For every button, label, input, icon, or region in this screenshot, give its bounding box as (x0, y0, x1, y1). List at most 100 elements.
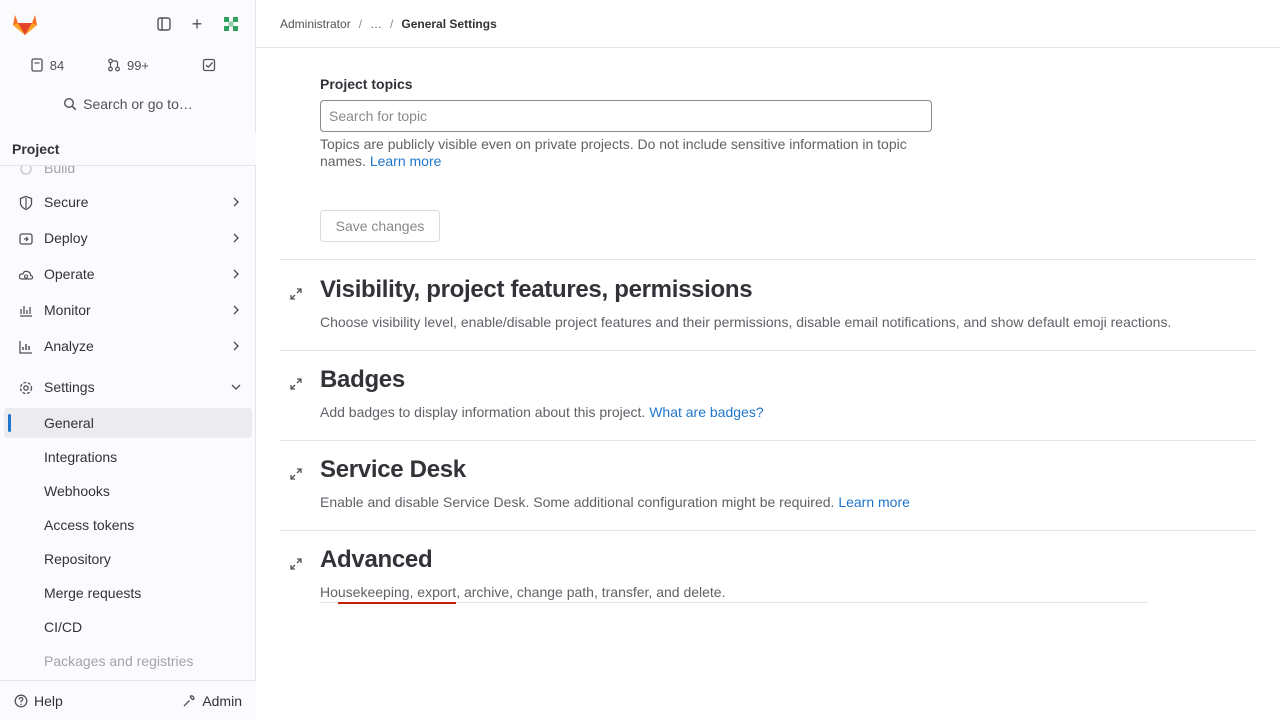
section-divider (280, 530, 1256, 531)
sidebar-item-label: Operate (44, 266, 95, 282)
sidebar-item-label: Webhooks (44, 483, 110, 499)
section-title[interactable]: Advanced (320, 546, 433, 574)
cloud-gear-icon (18, 270, 34, 280)
sidebar-item-deploy[interactable]: Deploy (4, 222, 252, 254)
section-description: Add badges to display information about … (320, 404, 764, 420)
sidebar-item-label: Access tokens (44, 517, 135, 533)
topic-search-input[interactable] (320, 100, 932, 132)
issues-count: 84 (49, 57, 65, 73)
sidebar-item-analyze[interactable]: Analyze (4, 330, 252, 362)
main-content: Project topics Topics are publicly visib… (256, 48, 1280, 720)
sidebar-item-label: Analyze (44, 338, 94, 354)
sidebar-item-operate[interactable]: Operate (4, 258, 252, 290)
admin-wrench-icon (183, 695, 195, 707)
sidebar-header: + 84 99+ Search or go to… (0, 0, 256, 128)
project-topics-label: Project topics (320, 76, 413, 92)
chevron-right-icon (233, 305, 239, 315)
section-service-desk: Service Desk Enable and disable Service … (280, 456, 1256, 516)
sidebar-subitem-integrations[interactable]: Integrations (4, 442, 252, 472)
section-visibility: Visibility, project features, permission… (280, 276, 1256, 336)
breadcrumb-separator: / (390, 16, 394, 31)
sidebar-item-label: Secure (44, 194, 89, 210)
sidebar-item-label: Settings (44, 379, 95, 395)
chevron-down-icon (231, 384, 241, 390)
sidebar-icon (157, 17, 171, 31)
expand-icon (290, 378, 302, 390)
section-description: Housekeeping, export, archive, change pa… (320, 584, 726, 600)
section-divider (280, 440, 1256, 441)
section-description: Enable and disable Service Desk. Some ad… (320, 494, 910, 510)
sidebar-subitem-repository[interactable]: Repository (4, 544, 252, 574)
merge-requests-counter[interactable]: 99+ (88, 50, 168, 80)
expand-icon (290, 468, 302, 480)
sidebar-item-label: Packages and registries (44, 653, 194, 669)
danger-accent-line (338, 602, 456, 604)
question-icon (14, 694, 28, 708)
sidebar-item-secure[interactable]: Secure (4, 186, 252, 218)
chart-icon (19, 341, 32, 354)
section-title[interactable]: Visibility, project features, permission… (320, 276, 753, 304)
topics-learn-more-link[interactable]: Learn more (370, 153, 442, 169)
section-description-text: Enable and disable Service Desk. Some ad… (320, 494, 835, 510)
topics-help-text: Topics are publicly visible even on priv… (320, 136, 940, 170)
user-avatar-button[interactable] (215, 8, 247, 40)
save-changes-button[interactable]: Save changes (320, 210, 440, 242)
sidebar-item-label: General (44, 415, 94, 431)
merge-request-icon (108, 58, 120, 72)
breadcrumb-item-project[interactable]: … (370, 17, 382, 31)
search-button[interactable]: Search or go to… (8, 89, 248, 119)
breadcrumb-item-general-settings[interactable]: General Settings (401, 17, 496, 31)
todos-counter[interactable] (170, 50, 248, 80)
admin-button[interactable]: Admin (176, 687, 248, 715)
shield-icon (19, 195, 33, 211)
monitor-icon (20, 306, 32, 317)
breadcrumb-separator: / (358, 16, 363, 31)
plus-icon: + (191, 13, 203, 34)
sidebar-footer: Help Admin (0, 680, 256, 720)
sidebar-subitem-webhooks[interactable]: Webhooks (4, 476, 252, 506)
sidebar-item-label: Integrations (44, 449, 118, 465)
sidebar-toggle-button[interactable] (148, 8, 180, 40)
sidebar-subitem-general[interactable]: General (4, 408, 252, 438)
service-desk-learn-more-link[interactable]: Learn more (838, 494, 910, 510)
chevron-right-icon (233, 233, 239, 243)
sidebar-subitem-packages-registries[interactable]: Packages and registries (4, 646, 252, 676)
help-label: Help (34, 693, 63, 709)
settings-icon (19, 381, 33, 395)
expand-advanced-button[interactable] (284, 552, 308, 576)
help-button[interactable]: Help (8, 687, 69, 715)
breadcrumb-item-administrator[interactable]: Administrator (280, 17, 351, 31)
issues-counter[interactable]: 84 (8, 50, 86, 80)
section-description-text: Add badges to display information about … (320, 404, 646, 420)
sidebar-item-label: Merge requests (44, 585, 142, 601)
sidebar-subitem-access-tokens[interactable]: Access tokens (4, 510, 252, 540)
sidebar-nav: Build Secure Deploy Operate Monitor Anal… (0, 150, 256, 680)
section-divider (280, 259, 1256, 260)
gitlab-logo[interactable] (10, 8, 40, 40)
section-badges: Badges Add badges to display information… (280, 366, 1256, 426)
sidebar-subitem-ci-cd[interactable]: CI/CD (4, 612, 252, 642)
tanuki-icon (13, 15, 37, 35)
section-title[interactable]: Service Desk (320, 456, 466, 484)
search-label: Search or go to… (83, 96, 193, 112)
avatar-icon (224, 17, 238, 31)
expand-badges-button[interactable] (284, 372, 308, 396)
expand-icon (290, 288, 302, 300)
expand-service-desk-button[interactable] (284, 462, 308, 486)
sidebar-item-label: Deploy (44, 230, 88, 246)
section-description: Choose visibility level, enable/disable … (320, 314, 1172, 330)
sidebar-subitem-merge-requests[interactable]: Merge requests (4, 578, 252, 608)
expand-visibility-button[interactable] (284, 282, 308, 306)
deploy-icon (19, 233, 33, 245)
what-are-badges-link[interactable]: What are badges? (649, 404, 763, 420)
sidebar-item-label: Repository (44, 551, 111, 567)
todo-check-icon (202, 58, 216, 72)
create-new-button[interactable]: + (181, 8, 213, 40)
sidebar-item-settings[interactable]: Settings (4, 371, 252, 403)
search-icon (64, 97, 77, 111)
chevron-right-icon (233, 197, 239, 207)
chevron-right-icon (233, 269, 239, 279)
section-title[interactable]: Badges (320, 366, 405, 394)
chevron-right-icon (233, 341, 239, 351)
sidebar-item-monitor[interactable]: Monitor (4, 294, 252, 326)
